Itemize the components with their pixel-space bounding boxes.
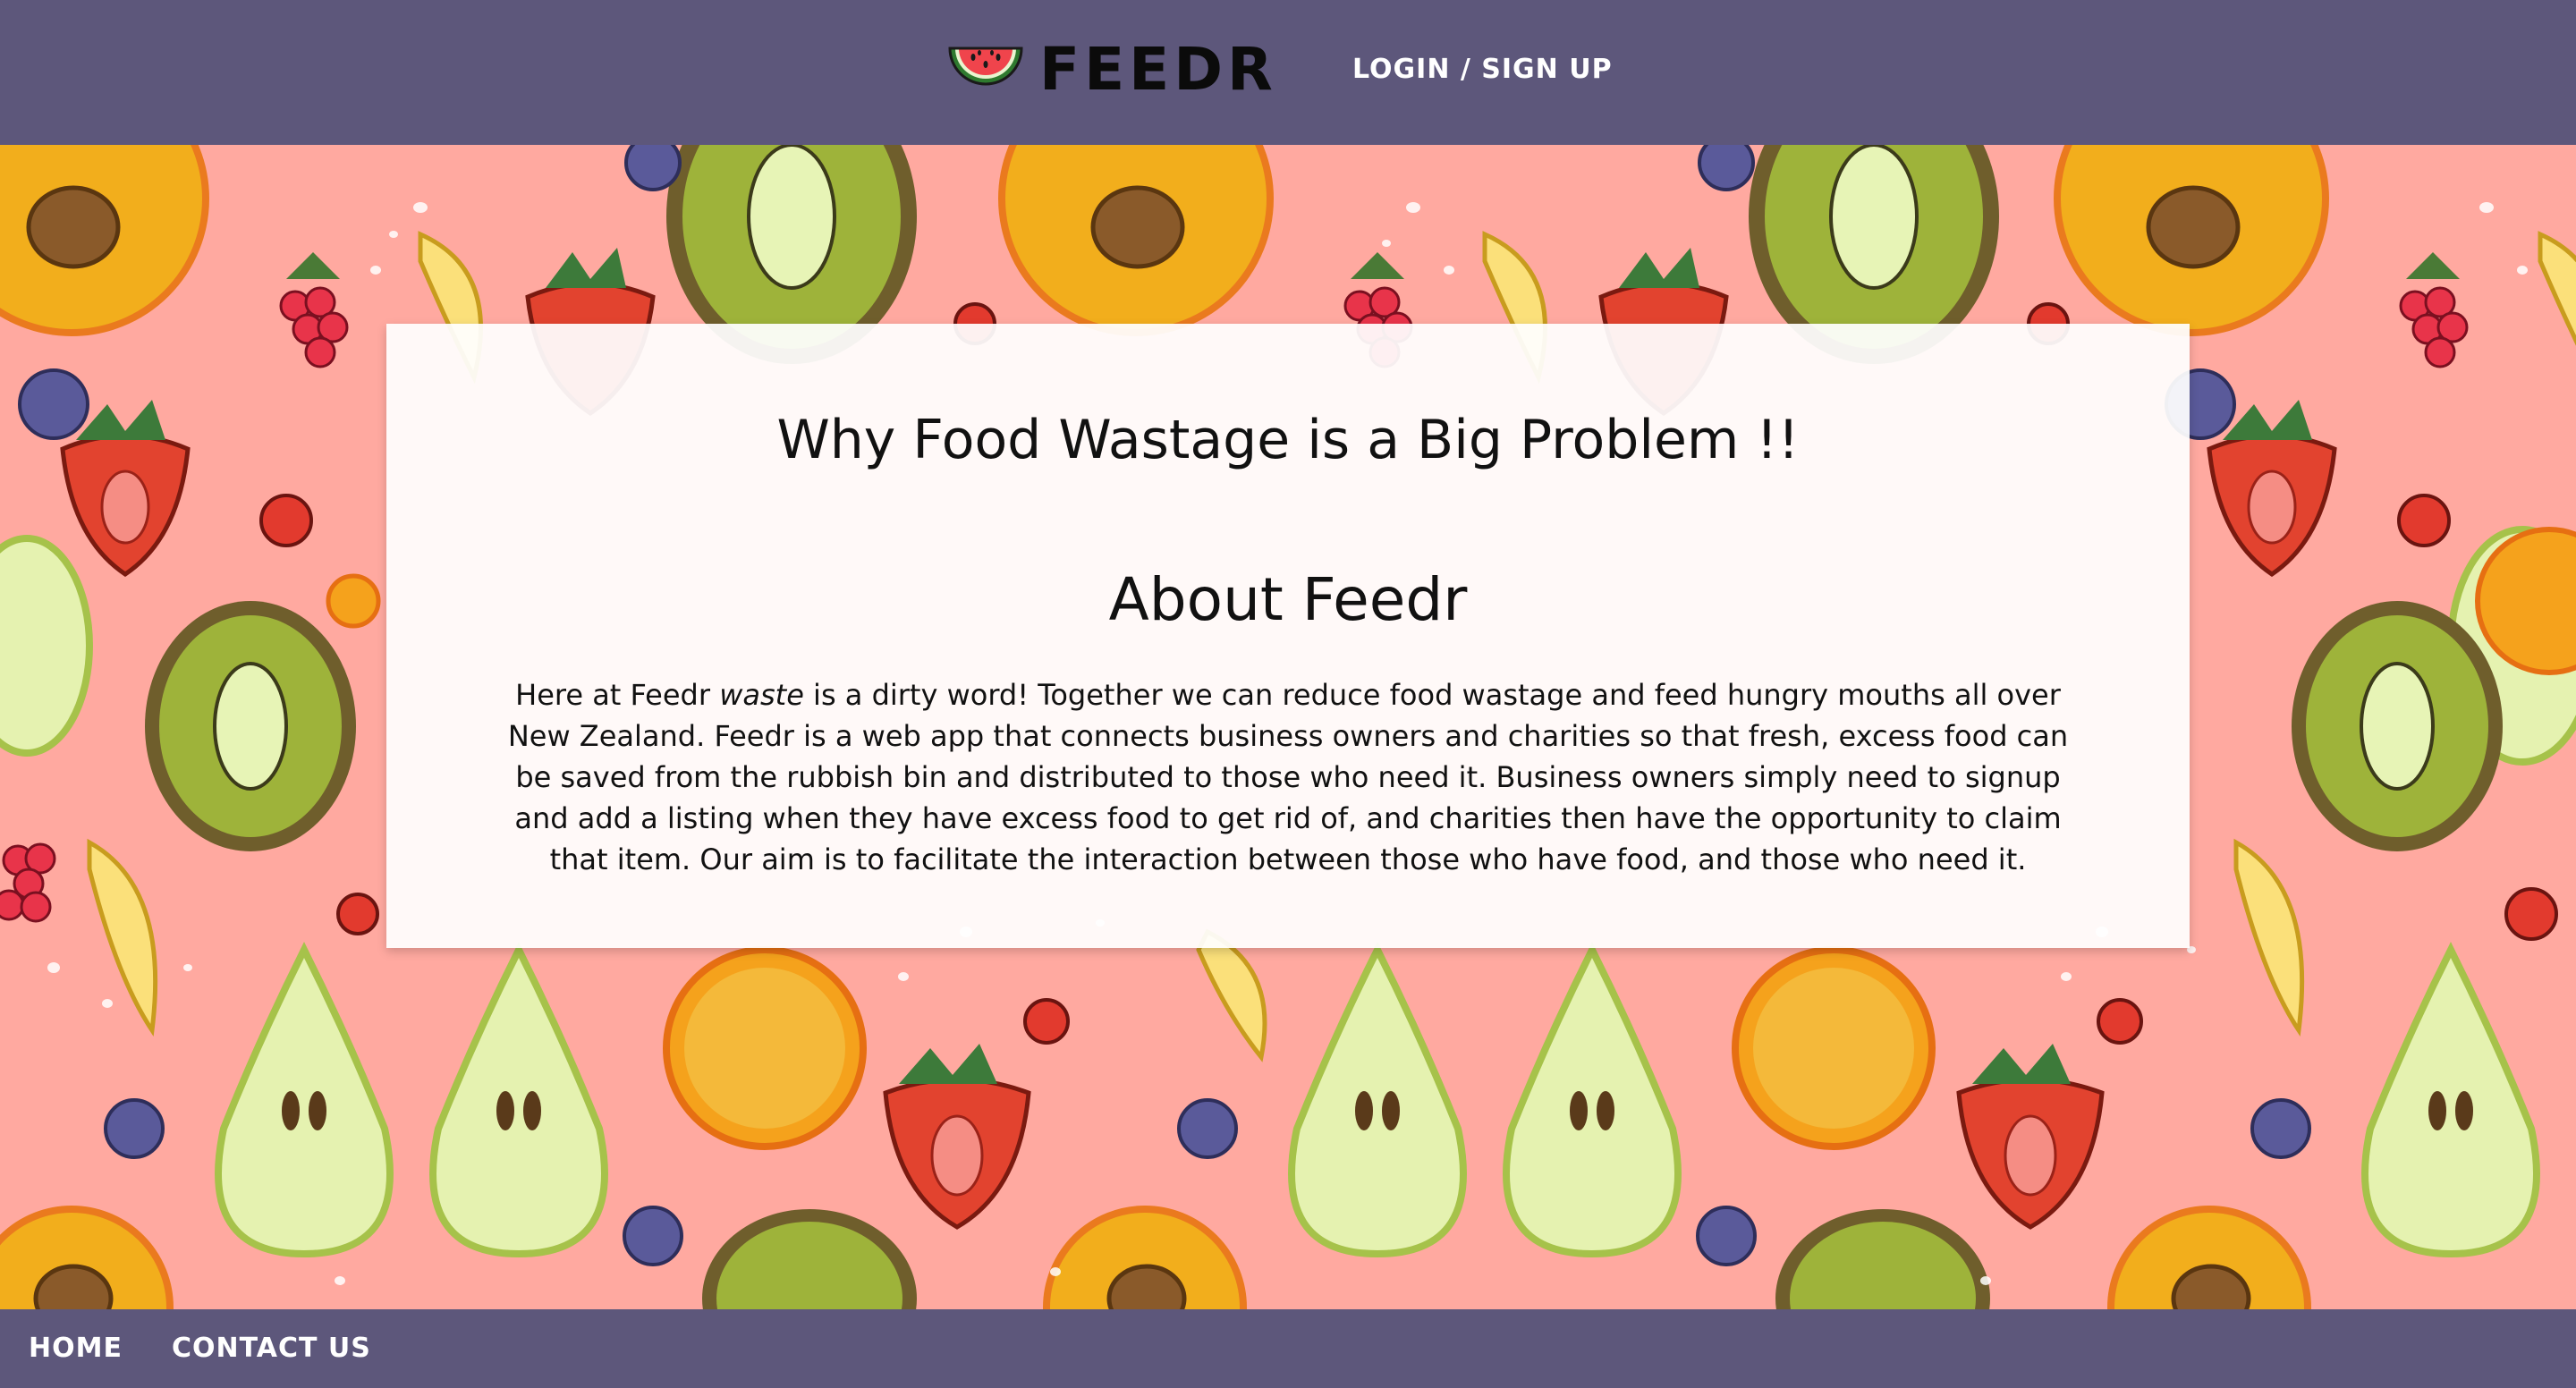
paragraph-intro: Here at Feedr	[515, 678, 720, 712]
paragraph-emphasis: waste	[719, 678, 804, 712]
site-header: FEEDR LOGIN / SIGN UP	[0, 0, 2576, 145]
footer-home-link[interactable]: HOME	[29, 1329, 123, 1368]
footer-contact-link[interactable]: CONTACT US	[172, 1329, 371, 1368]
watermelon-icon[interactable]	[946, 38, 1025, 100]
section-title: About Feedr	[1108, 565, 1468, 634]
about-paragraph: Here at Feedr waste is a dirty word! Tog…	[503, 674, 2073, 880]
login-signup-link[interactable]: LOGIN / SIGN UP	[1352, 50, 1613, 89]
about-card: Why Food Wastage is a Big Problem !! Abo…	[386, 324, 2190, 948]
brand-name[interactable]: FEEDR	[1039, 36, 1277, 104]
page-title: Why Food Wastage is a Big Problem !!	[776, 409, 1800, 471]
site-footer: HOME CONTACT US	[0, 1309, 2576, 1388]
